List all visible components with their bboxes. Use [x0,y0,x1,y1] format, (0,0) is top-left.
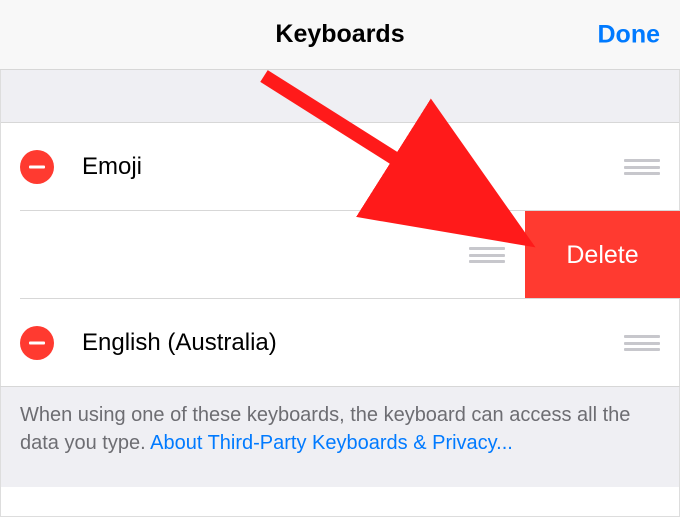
drag-handle-icon[interactable] [469,247,505,263]
row-text: oard tiple languages [0,228,459,283]
keyboard-name: oard [0,228,459,258]
row-text: English (Australia) [82,328,614,358]
keyboard-row-emoji[interactable]: Emoji [0,123,680,211]
keyboard-name: English (Australia) [82,328,614,358]
remove-icon[interactable] [20,326,54,360]
keyboard-name: Emoji [82,152,614,182]
keyboard-list: Emoji oard tiple languages Delete Englis… [0,123,680,387]
done-button[interactable]: Done [598,20,661,49]
row-divider [0,386,680,387]
keyboard-subtitle: tiple languages [0,258,459,283]
keyboard-row-english[interactable]: English (Australia) [0,299,680,387]
page-title: Keyboards [275,20,404,49]
keyboard-row-swiped[interactable]: oard tiple languages Delete [0,211,680,299]
navigation-bar: Keyboards Done [0,0,680,70]
delete-button[interactable]: Delete [525,211,680,299]
remove-icon[interactable] [20,150,54,184]
drag-handle-icon[interactable] [624,335,660,351]
row-text: Emoji [82,152,614,182]
drag-handle-icon[interactable] [624,159,660,175]
